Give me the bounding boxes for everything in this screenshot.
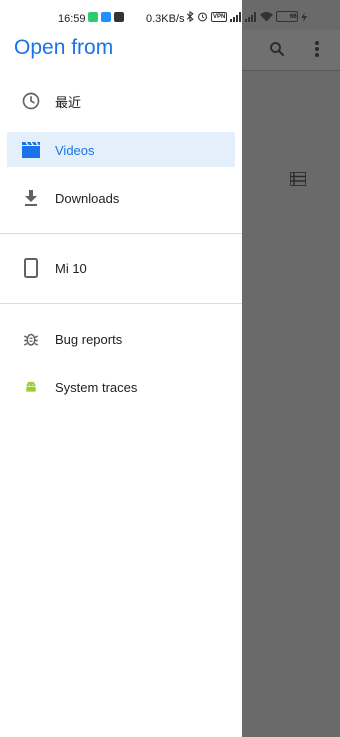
battery-icon: 66 [276, 11, 299, 22]
download-icon [21, 188, 41, 208]
charging-icon [301, 11, 308, 22]
drawer-item-device[interactable]: Mi 10 [0, 250, 242, 286]
network-speed: 0.3KB/s [146, 13, 185, 25]
list-view-icon[interactable] [289, 171, 307, 191]
section-divider [0, 233, 242, 234]
navigation-drawer: Open from 最近 Videos Downloads Mi 10 Bug … [0, 0, 242, 737]
drawer-title: Open from [14, 36, 114, 59]
alarm-icon [197, 11, 208, 22]
screen: Open from 最近 Videos Downloads Mi 10 Bug … [0, 0, 340, 737]
drawer-item-bug-reports[interactable]: Bug reports [0, 321, 242, 357]
vpn-badge: VPN [211, 11, 228, 22]
drawer-item-label: Videos [55, 142, 95, 158]
drawer-item-label: Downloads [55, 190, 120, 206]
android-icon [21, 377, 41, 397]
signal-icon-2 [245, 11, 257, 22]
signal-icon-1 [230, 11, 242, 22]
background-toolbar [242, 30, 340, 71]
clock-icon [21, 91, 41, 111]
drawer-item-recent[interactable]: 最近 [0, 83, 242, 119]
drawer-item-videos[interactable]: Videos [0, 132, 242, 168]
section-divider [0, 303, 242, 304]
wifi-icon [260, 11, 274, 22]
status-time: 16:59 [58, 13, 86, 25]
green-app-icon [88, 12, 98, 22]
search-icon[interactable] [268, 40, 286, 63]
battery-level: 66 [290, 13, 297, 20]
bug-icon [21, 329, 41, 349]
background-app-scrim[interactable] [242, 0, 340, 737]
drawer-item-label: 最近 [55, 94, 82, 110]
videos-icon [21, 140, 41, 160]
status-app-icons [88, 12, 124, 22]
drawer-item-label: Bug reports [55, 331, 123, 347]
selected-highlight [7, 132, 235, 167]
drawer-item-downloads[interactable]: Downloads [0, 180, 242, 216]
status-system-icons: VPN 66 [186, 11, 308, 22]
drawer-item-label: System traces [55, 379, 138, 395]
status-bar: 16:59 0.3KB/s VPN 66 [0, 0, 340, 36]
drawer-item-system-traces[interactable]: System traces [0, 369, 242, 405]
drawer-item-label: Mi 10 [55, 260, 87, 276]
v-app-icon [114, 12, 124, 22]
phone-icon [21, 258, 41, 278]
bluetooth-icon [186, 11, 194, 22]
blue-cloud-icon [101, 12, 111, 22]
more-vert-icon[interactable] [314, 40, 320, 63]
